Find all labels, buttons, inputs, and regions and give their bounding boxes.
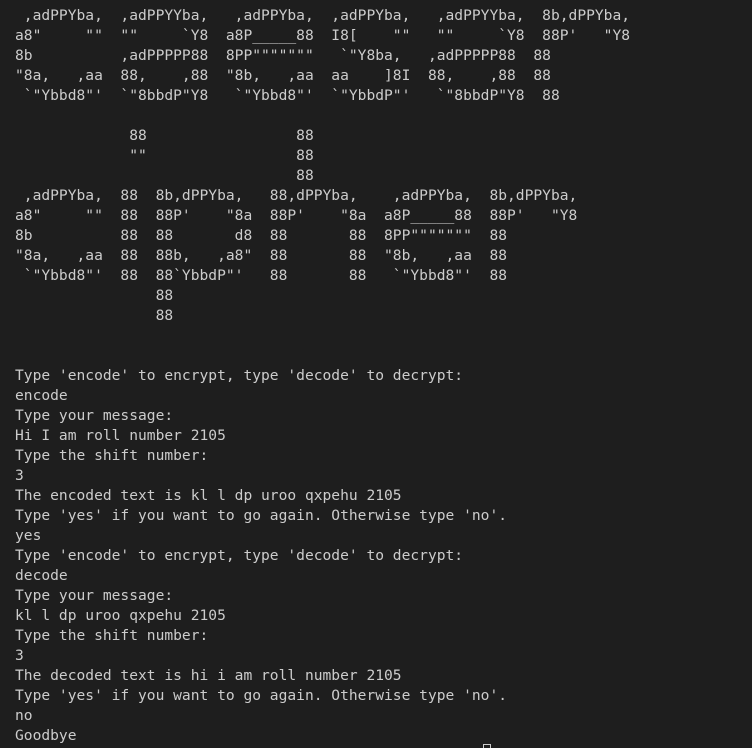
user-input-line: no — [15, 707, 33, 724]
user-input-line: 3 — [15, 647, 24, 664]
user-input-line: encode — [15, 387, 68, 404]
goodbye-output: Goodbye — [15, 727, 77, 744]
message-prompt: Type your message: — [15, 587, 174, 604]
shift-prompt: Type the shift number: — [15, 627, 209, 644]
user-input-line: 3 — [15, 467, 24, 484]
mode-prompt: Type 'encode' to encrypt, type 'decode' … — [15, 547, 464, 564]
again-prompt: Type 'yes' if you want to go again. Othe… — [15, 507, 508, 524]
banner-line: ,adPPYba, 88 8b,dPPYba, 88,dPPYba, ,adPP… — [15, 187, 578, 204]
result-output: The decoded text is hi i am roll number … — [15, 667, 402, 684]
result-output: The encoded text is kl l dp uroo qxpehu … — [15, 487, 402, 504]
banner-line — [15, 106, 752, 126]
again-prompt: Type 'yes' if you want to go again. Othe… — [15, 687, 508, 704]
banner-line: "8a, ,aa 88 88b, ,a8" 88 88 "8b, ,aa 88 — [15, 247, 508, 264]
mode-prompt: Type 'encode' to encrypt, type 'decode' … — [15, 367, 464, 384]
terminal-output[interactable]: ,adPPYba, ,adPPYYba, ,adPPYba, ,adPPYba,… — [0, 0, 752, 748]
ascii-banner: ,adPPYba, ,adPPYYba, ,adPPYba, ,adPPYba,… — [15, 6, 752, 326]
banner-line: "" 88 — [15, 147, 314, 164]
banner-line: 88 — [15, 307, 174, 324]
banner-line: "8a, ,aa 88, ,88 "8b, ,aa aa ]8I 88, ,88… — [15, 67, 551, 84]
banner-line: 8b ,adPPPPP88 8PP""""""" `"Y8ba, ,adPPPP… — [15, 47, 551, 64]
banner-line: ,adPPYba, ,adPPYYba, ,adPPYba, ,adPPYba,… — [15, 7, 631, 24]
banner-line: 88 — [15, 167, 314, 184]
banner-line: 8b 88 88 d8 88 88 8PP""""""" 88 — [15, 227, 508, 244]
shift-prompt: Type the shift number: — [15, 447, 209, 464]
banner-line: a8" "" 88 88P' "8a 88P' "8a a8P_____88 8… — [15, 207, 578, 224]
user-input-line: yes — [15, 527, 42, 544]
session-log: Type 'encode' to encrypt, type 'decode' … — [15, 326, 752, 746]
user-input-line: kl l dp uroo qxpehu 2105 — [15, 607, 226, 624]
banner-line: 88 88 — [15, 127, 314, 144]
banner-line: `"Ybbd8"' `"8bbdP"Y8 `"Ybbd8"' `"YbbdP"'… — [15, 87, 560, 104]
user-input-line: decode — [15, 567, 68, 584]
banner-line: a8" "" "" `Y8 a8P_____88 I8[ "" "" `Y8 8… — [15, 27, 631, 44]
message-prompt: Type your message: — [15, 407, 174, 424]
banner-line: `"Ybbd8"' 88 88`YbbdP"' 88 88 `"Ybbd8"' … — [15, 267, 508, 284]
banner-line: 88 — [15, 287, 174, 304]
user-input-line: Hi I am roll number 2105 — [15, 427, 226, 444]
text-cursor — [483, 744, 491, 748]
